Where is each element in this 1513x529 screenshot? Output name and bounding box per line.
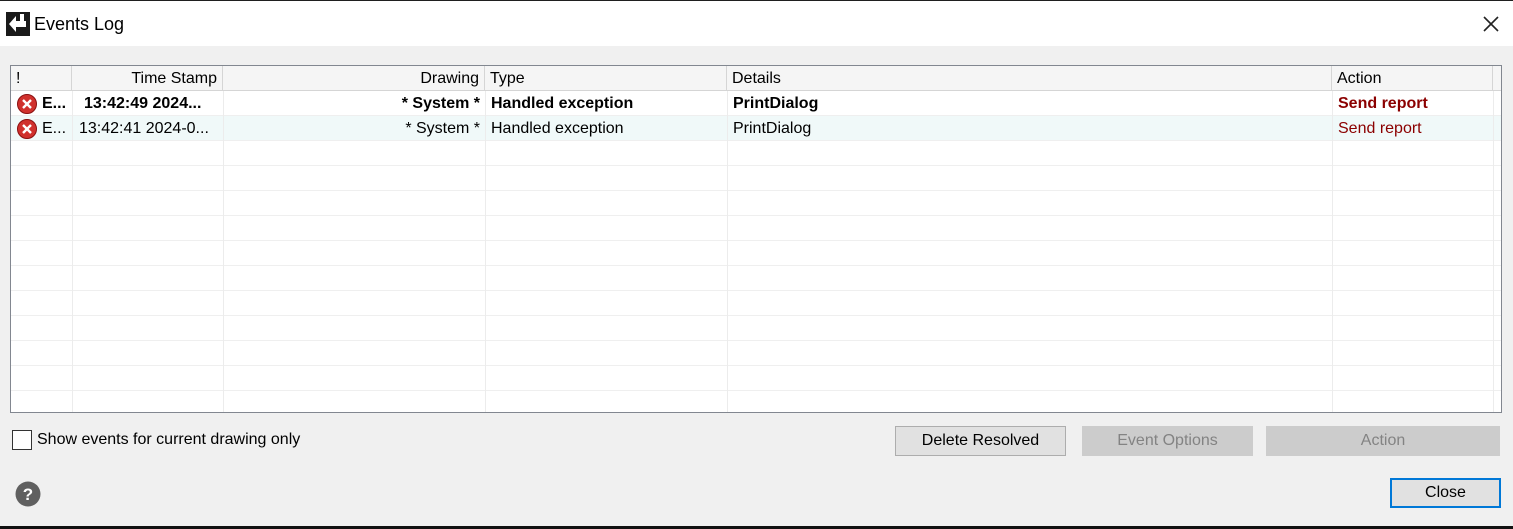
column-header-severity[interactable]: ! (11, 66, 72, 91)
delete-resolved-button[interactable]: Delete Resolved (895, 426, 1066, 456)
action-button[interactable]: Action (1266, 426, 1500, 456)
app-icon (6, 12, 30, 36)
column-divider (1332, 91, 1333, 412)
send-report-link[interactable]: Send report (1333, 91, 1493, 116)
drawing-cell: * System * (405, 120, 480, 137)
event-options-button[interactable]: Event Options (1082, 426, 1253, 456)
empty-row (11, 141, 1501, 166)
severity-cell: E... (42, 120, 67, 137)
window-title: Events Log (34, 14, 125, 34)
column-header-drawing[interactable]: Drawing (223, 66, 485, 91)
details-cell: PrintDialog (733, 95, 819, 112)
empty-row (11, 166, 1501, 191)
details-cell: PrintDialog (733, 120, 812, 137)
empty-row (11, 191, 1501, 216)
events-table[interactable]: ! Time Stamp Drawing Type Details Action… (10, 65, 1502, 413)
time-stamp-cell: 13:42:41 2024-0... (79, 120, 209, 137)
close-button[interactable]: Close (1390, 478, 1501, 508)
column-divider (485, 91, 486, 412)
column-header-details[interactable]: Details (727, 66, 1332, 91)
empty-row (11, 366, 1501, 391)
empty-row (11, 341, 1501, 366)
drawing-cell: * System * (401, 95, 480, 112)
close-icon[interactable] (1480, 13, 1502, 35)
error-icon (17, 119, 37, 139)
table-row[interactable]: E... 13:42:49 2024... * System * Handled… (11, 91, 1501, 116)
current-drawing-checkbox-label: Show events for current drawing only (37, 431, 301, 448)
column-divider (727, 91, 728, 412)
current-drawing-checkbox[interactable] (12, 430, 32, 450)
column-header-type[interactable]: Type (485, 66, 727, 91)
empty-row (11, 241, 1501, 266)
svg-text:?: ? (23, 485, 33, 504)
column-divider (72, 91, 73, 412)
error-icon (17, 94, 37, 114)
column-divider (223, 91, 224, 412)
time-stamp-cell: 13:42:49 2024... (84, 95, 202, 112)
column-divider (1493, 91, 1494, 412)
empty-row (11, 391, 1501, 412)
type-cell: Handled exception (491, 95, 634, 112)
events-log-window: Events Log ! Time Stamp Drawing Type Det… (0, 0, 1513, 526)
empty-row (11, 266, 1501, 291)
empty-row (11, 216, 1501, 241)
current-drawing-filter[interactable]: Show events for current drawing only (12, 429, 300, 451)
severity-cell: E... (42, 95, 67, 112)
title-bar: Events Log (0, 1, 1513, 46)
type-cell: Handled exception (491, 120, 624, 137)
column-header-time-stamp[interactable]: Time Stamp (72, 66, 223, 91)
table-row[interactable]: E... 13:42:41 2024-0... * System * Handl… (11, 116, 1501, 141)
table-header: ! Time Stamp Drawing Type Details Action (11, 66, 1501, 91)
empty-row (11, 291, 1501, 316)
empty-row (11, 316, 1501, 341)
help-icon[interactable]: ? (15, 481, 41, 507)
column-header-action[interactable]: Action (1332, 66, 1493, 91)
send-report-link[interactable]: Send report (1333, 116, 1493, 141)
